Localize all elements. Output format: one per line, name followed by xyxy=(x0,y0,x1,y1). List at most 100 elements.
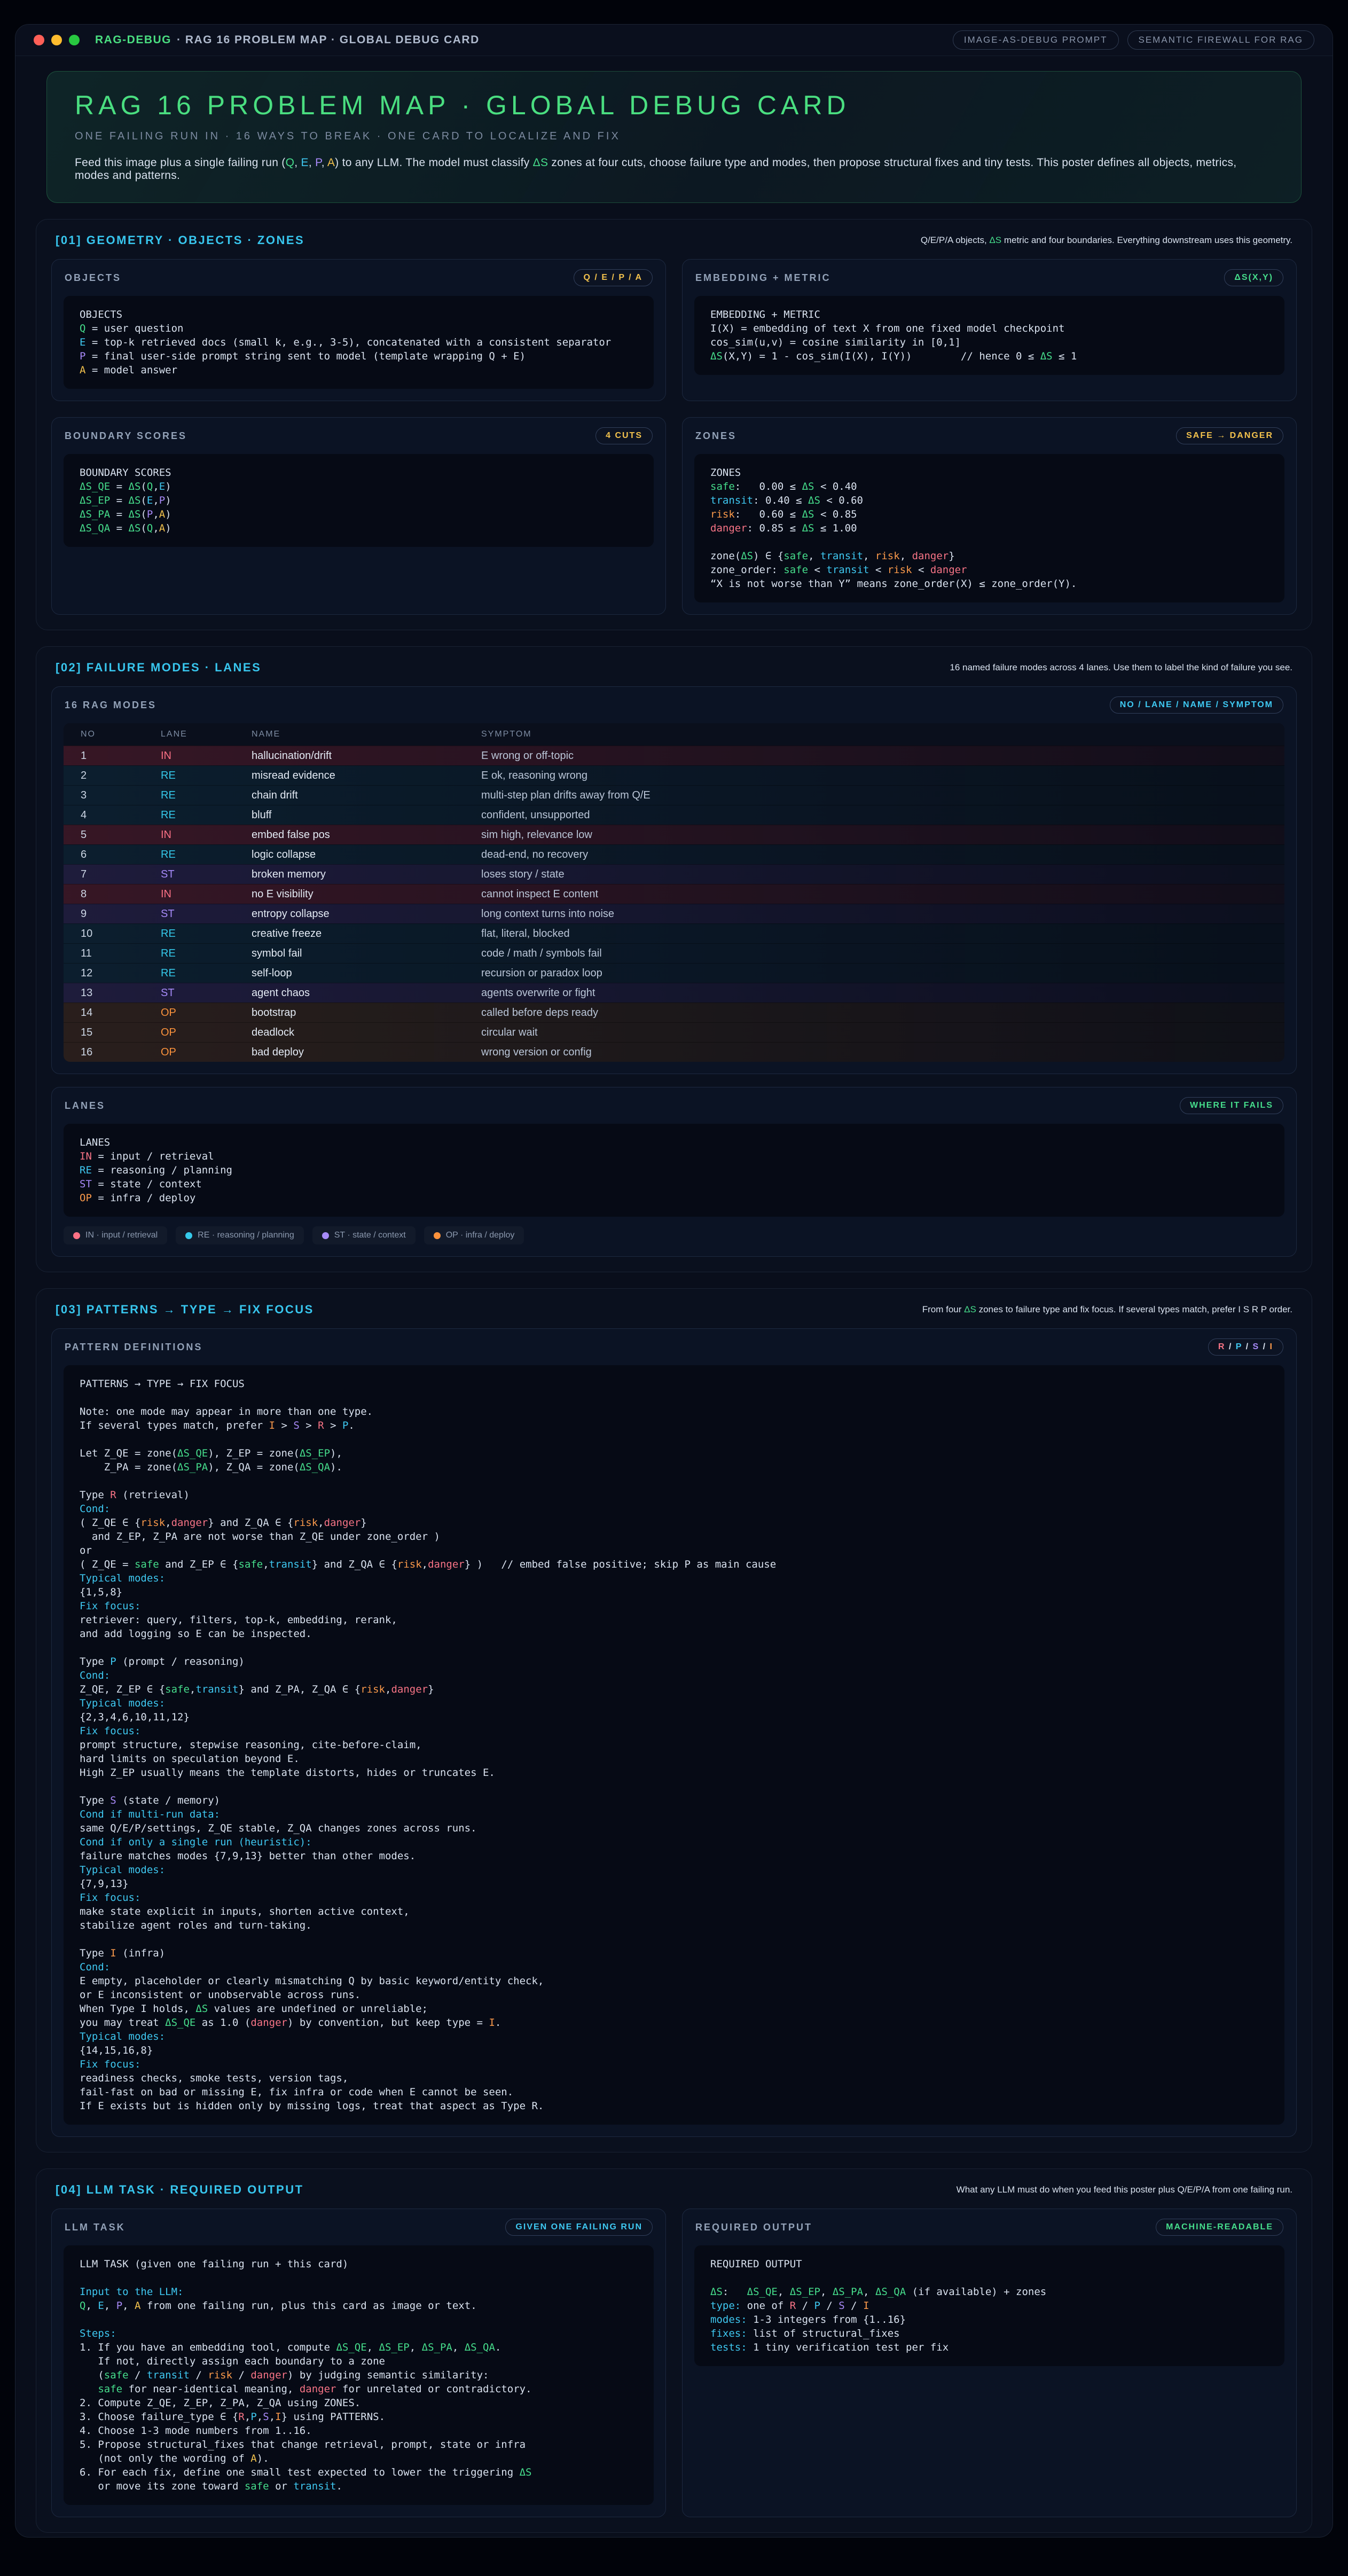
code-line: safe: 0.00 ≤ ΔS < 0.40 xyxy=(710,480,1268,494)
code-line: 3. Choose failure_type ∈ {R,P,S,I} using… xyxy=(80,2410,638,2424)
failure-modes-stack: 16 RAG MODES NO / LANE / NAME / SYMPTOM … xyxy=(51,686,1297,1257)
code-line: Cond: xyxy=(80,1502,1268,1516)
lane-legend-chip-IN: IN · input / retrieval xyxy=(64,1226,167,1244)
code-line: Cond: xyxy=(80,1669,1268,1682)
objects-code-block: OBJECTSQ = user questionE = top-k retrie… xyxy=(64,296,654,389)
code-line: E empty, placeholder or clearly mismatch… xyxy=(80,1974,1268,1988)
required-output-code-block: REQUIRED OUTPUT ΔS: ΔS_QE, ΔS_EP, ΔS_PA,… xyxy=(694,2245,1284,2366)
geometry-grid: OBJECTS Q / E / P / A OBJECTSQ = user qu… xyxy=(51,259,1297,615)
window-zoom-button[interactable] xyxy=(69,35,80,45)
hero-banner: RAG 16 PROBLEM MAP · GLOBAL DEBUG CARD O… xyxy=(46,71,1302,203)
code-line: same Q/E/P/settings, Z_QE stable, Z_QA c… xyxy=(80,1821,1268,1835)
code-line: hard limits on speculation beyond E. xyxy=(80,1752,1268,1766)
code-line: risk: 0.60 ≤ ΔS < 0.85 xyxy=(710,507,1268,521)
code-line: Typical modes: xyxy=(80,2030,1268,2043)
code-line: type: one of R / P / S / I xyxy=(710,2299,1268,2313)
panel-boundary-scores: BOUNDARY SCORES 4 CUTS BOUNDARY SCORESΔS… xyxy=(51,417,666,615)
code-line: Fix focus: xyxy=(80,1891,1268,1905)
intro-paragraph: Feed this image plus a single failing ru… xyxy=(75,156,1273,182)
boundary-code-block: BOUNDARY SCORESΔS_QE = ΔS(Q,E)ΔS_EP = ΔS… xyxy=(64,454,654,547)
table-row: 15OPdeadlockcircular wait xyxy=(64,1022,1284,1042)
app-window: RAG-DEBUG · RAG 16 PROBLEM MAP · GLOBAL D… xyxy=(15,24,1333,2538)
panel-required-output-label: REQUIRED OUTPUT xyxy=(695,2222,812,2233)
code-line: If not, directly assign each boundary to… xyxy=(80,2354,638,2368)
code-line: RE = reasoning / planning xyxy=(80,1163,1268,1177)
column-header-name: NAME xyxy=(252,730,481,739)
code-line: LLM TASK (given one failing run + this c… xyxy=(80,2257,638,2271)
code-line: ΔS_QA = ΔS(Q,A) xyxy=(80,521,638,535)
titlebar-badges: IMAGE-AS-DEBUG PROMPT SEMANTIC FIREWALL … xyxy=(953,30,1314,50)
code-line: Type R (retrieval) xyxy=(80,1488,1268,1502)
code-line: A = model answer xyxy=(80,363,638,377)
code-line: 5. Propose structural_fixes that change … xyxy=(80,2438,638,2452)
code-line xyxy=(80,1474,1268,1488)
panel-objects-badge: Q / E / P / A xyxy=(574,269,653,286)
code-line: Z_PA = zone(ΔS_PA), Z_QA = zone(ΔS_QA). xyxy=(80,1460,1268,1474)
panel-embedding-metric: EMBEDDING + METRIC ΔS(X,Y) EMBEDDING + M… xyxy=(682,259,1297,401)
modes-table-header: NO LANE NAME SYMPTOM xyxy=(64,723,1284,746)
panel-patterns-label: PATTERN DEFINITIONS xyxy=(65,1342,202,1353)
section-geometry-title: [01] GEOMETRY · OBJECTS · ZONES xyxy=(56,233,304,247)
code-line: Fix focus: xyxy=(80,1599,1268,1613)
llm-task-code-block: LLM TASK (given one failing run + this c… xyxy=(64,2245,654,2505)
code-line: High Z_EP usually means the template dis… xyxy=(80,1766,1268,1780)
panel-llm-task: LLM TASK GIVEN ONE FAILING RUN LLM TASK … xyxy=(51,2209,666,2517)
code-line xyxy=(80,1391,1268,1405)
code-line: LANES xyxy=(80,1136,1268,1149)
code-line xyxy=(80,1932,1268,1946)
code-line: E = top-k retrieved docs (small k, e.g.,… xyxy=(80,335,638,349)
code-line xyxy=(80,1641,1268,1655)
section-patterns: [03] PATTERNS → TYPE → FIX FOCUS From fo… xyxy=(36,1288,1312,2152)
code-line: Fix focus: xyxy=(80,1724,1268,1738)
panel-zones-label: ZONES xyxy=(695,430,736,442)
code-line: ΔS(X,Y) = 1 - cos_sim(I(X), I(Y)) // hen… xyxy=(710,349,1268,363)
window-minimize-button[interactable] xyxy=(51,35,62,45)
code-line: {1,5,8} xyxy=(80,1585,1268,1599)
table-row: 5INembed false possim high, relevance lo… xyxy=(64,825,1284,844)
panel-required-output-badge: MACHINE-READABLE xyxy=(1156,2219,1283,2236)
window-title-rest: · RAG 16 PROBLEM MAP · GLOBAL DEBUG CARD xyxy=(177,34,480,46)
code-line: readiness checks, smoke tests, version t… xyxy=(80,2071,1268,2085)
code-line: REQUIRED OUTPUT xyxy=(710,2257,1268,2271)
code-line: Fix focus: xyxy=(80,2057,1268,2071)
lane-color-dot xyxy=(185,1232,192,1239)
table-row: 16OPbad deploywrong version or config xyxy=(64,1042,1284,1062)
window-close-button[interactable] xyxy=(34,35,44,45)
page-subtitle: ONE FAILING RUN IN · 16 WAYS TO BREAK · … xyxy=(75,130,1273,143)
code-line: Let Z_QE = zone(ΔS_QE), Z_EP = zone(ΔS_E… xyxy=(80,1446,1268,1460)
table-row: 14OPbootstrapcalled before deps ready xyxy=(64,1003,1284,1022)
code-line: make state explicit in inputs, shorten a… xyxy=(80,1905,1268,1919)
window-title: RAG-DEBUG · RAG 16 PROBLEM MAP · GLOBAL D… xyxy=(95,34,480,46)
panel-boundary-label: BOUNDARY SCORES xyxy=(65,430,187,442)
panel-rag-modes: 16 RAG MODES NO / LANE / NAME / SYMPTOM … xyxy=(51,686,1297,1074)
column-header-symptom: SYMPTOM xyxy=(481,730,1267,739)
panel-zones: ZONES SAFE → DANGER ZONESsafe: 0.00 ≤ ΔS… xyxy=(682,417,1297,615)
code-line: Typical modes: xyxy=(80,1696,1268,1710)
code-line: Steps: xyxy=(80,2327,638,2340)
code-line: Cond: xyxy=(80,1960,1268,1974)
section-llm-task: [04] LLM TASK · REQUIRED OUTPUT What any… xyxy=(36,2168,1312,2533)
code-line: ΔS_PA = ΔS(P,A) xyxy=(80,507,638,521)
lane-legend-chip-ST: ST · state / context xyxy=(312,1226,416,1244)
panel-objects: OBJECTS Q / E / P / A OBJECTSQ = user qu… xyxy=(51,259,666,401)
code-line: Cond if only a single run (heuristic): xyxy=(80,1835,1268,1849)
app-name: RAG-DEBUG xyxy=(95,34,171,46)
code-line: modes: 1-3 integers from {1..16} xyxy=(710,2313,1268,2327)
code-line: Type S (state / memory) xyxy=(80,1794,1268,1807)
titlebar-badge-semantic-firewall: SEMANTIC FIREWALL FOR RAG xyxy=(1127,30,1315,50)
titlebar-badge-image-as-debug-prompt: IMAGE-AS-DEBUG PROMPT xyxy=(953,30,1119,50)
code-line: Type I (infra) xyxy=(80,1946,1268,1960)
panel-pattern-definitions: PATTERN DEFINITIONS R / P / S / I PATTER… xyxy=(51,1328,1297,2137)
table-row: 4REbluffconfident, unsupported xyxy=(64,805,1284,825)
code-line: {14,15,16,8} xyxy=(80,2043,1268,2057)
code-line: (not only the wording of A). xyxy=(80,2452,638,2465)
code-line: Cond if multi-run data: xyxy=(80,1807,1268,1821)
code-line: Note: one mode may appear in more than o… xyxy=(80,1405,1268,1419)
section-failure-modes: [02] FAILURE MODES · LANES 16 named fail… xyxy=(36,646,1312,1272)
section-patterns-note: From four ΔS zones to failure type and f… xyxy=(922,1303,1292,1317)
llm-task-grid: LLM TASK GIVEN ONE FAILING RUN LLM TASK … xyxy=(51,2209,1297,2517)
code-line: ZONES xyxy=(710,466,1268,480)
lane-color-dot xyxy=(434,1232,441,1239)
modes-table-body: 1INhallucination/driftE wrong or off-top… xyxy=(64,746,1284,1062)
modes-table: NO LANE NAME SYMPTOM 1INhallucination/dr… xyxy=(64,723,1284,1062)
